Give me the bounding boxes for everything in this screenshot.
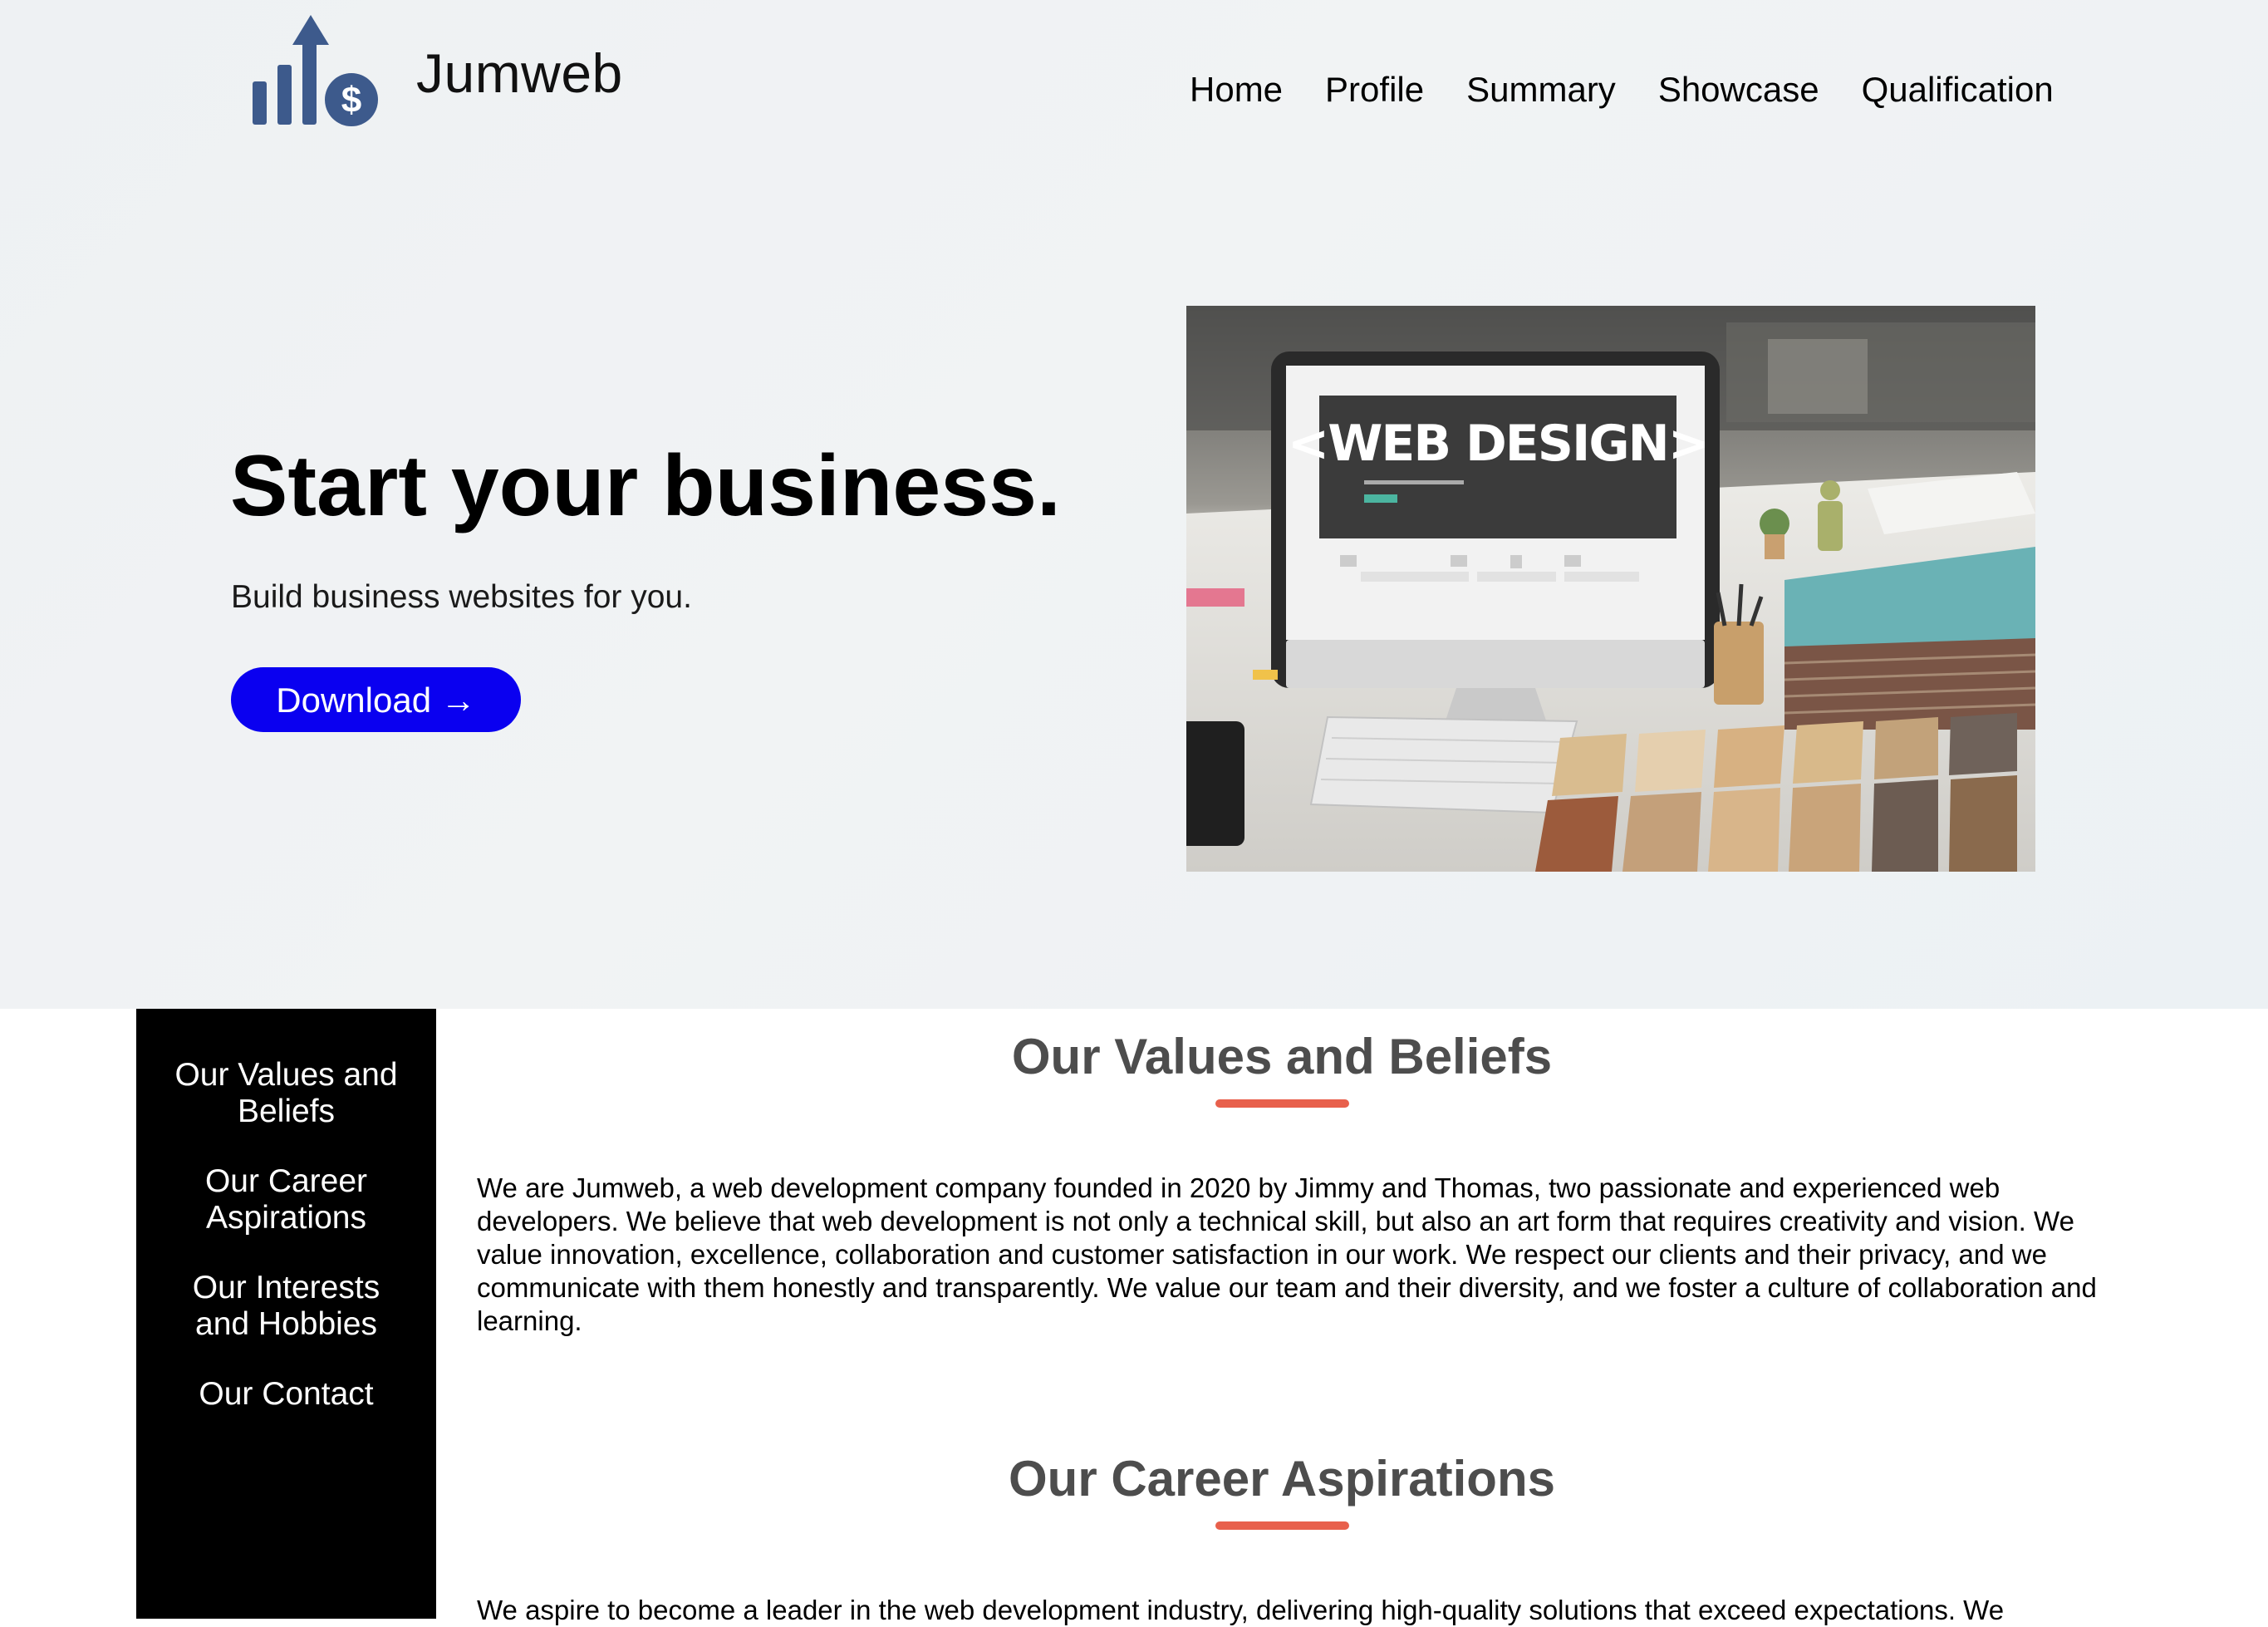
- nav-qualification-link[interactable]: Qualification: [1862, 66, 2054, 113]
- section-underline: [1215, 1099, 1349, 1108]
- nav-summary-link[interactable]: Summary: [1466, 66, 1616, 113]
- svg-text:$: $: [341, 80, 361, 120]
- nav-home-link[interactable]: Home: [1190, 66, 1283, 113]
- sidebar-item-contact[interactable]: Our Contact: [162, 1376, 411, 1413]
- svg-text:<WEB DESIGN>: <WEB DESIGN>: [1288, 415, 1708, 473]
- hero-title: Start your business.: [230, 438, 1061, 534]
- brand-name[interactable]: Jumweb: [416, 40, 623, 106]
- nav-profile-link[interactable]: Profile: [1325, 66, 1424, 113]
- hero-subtitle: Build business websites for you.: [231, 579, 692, 615]
- sidebar-item-interests[interactable]: Our Interests and Hobbies: [162, 1270, 411, 1343]
- brand-logo-icon[interactable]: $: [248, 15, 382, 128]
- section-title-career: Our Career Aspirations: [1009, 1451, 1555, 1507]
- main-nav: Home Profile Summary Showcase Qualificat…: [1190, 66, 2054, 113]
- section-title-values: Our Values and Beliefs: [1011, 1029, 1553, 1084]
- hero-section: $ Jumweb Home Profile Summary Showcase Q…: [0, 0, 2268, 1009]
- nav-showcase-link[interactable]: Showcase: [1658, 66, 1819, 113]
- section-text-values: We are Jumweb, a web development company…: [477, 1172, 2097, 1336]
- download-button[interactable]: Download →: [231, 667, 521, 732]
- section-text-career: We aspire to become a leader in the web …: [477, 1595, 2005, 1625]
- sidebar: Our Values and Beliefs Our Career Aspira…: [136, 1009, 436, 1619]
- section-underline: [1215, 1521, 1349, 1530]
- sidebar-item-values[interactable]: Our Values and Beliefs: [162, 1057, 411, 1130]
- web-design-desk-illustration: <WEB DESIGN>: [1186, 306, 2035, 872]
- sidebar-item-career[interactable]: Our Career Aspirations: [162, 1163, 411, 1236]
- hero-image: <WEB DESIGN>: [1186, 306, 2035, 872]
